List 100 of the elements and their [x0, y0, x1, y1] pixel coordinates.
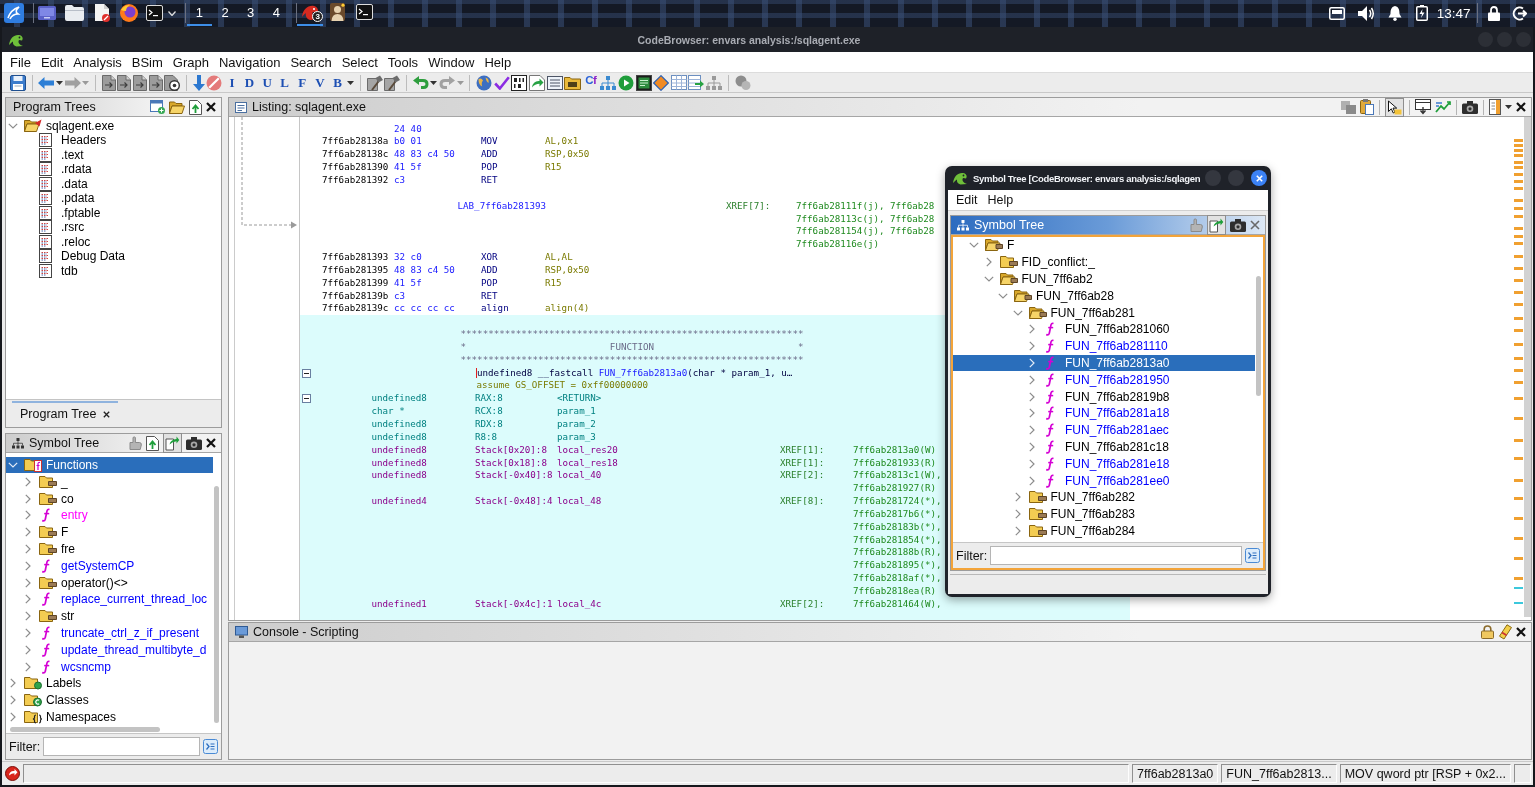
caret-icon[interactable]: [56, 80, 63, 85]
tree-item[interactable]: FUN_7ff6ab281a18: [1027, 404, 1173, 422]
camera-icon[interactable]: [1462, 100, 1478, 114]
menu-item[interactable]: Navigation: [214, 52, 286, 72]
hammer-page-icon[interactable]: [384, 74, 401, 91]
tree-item[interactable]: .rsrc: [23, 220, 88, 235]
lines-box-icon[interactable]: [546, 75, 563, 90]
panel-tab[interactable]: Program Tree: [12, 401, 119, 425]
chevron-down-icon[interactable]: [8, 122, 18, 129]
chevron-right-icon[interactable]: [10, 711, 16, 722]
tree-item[interactable]: getSystemCP: [23, 557, 138, 575]
thumbs-up-icon[interactable]: [1190, 218, 1203, 232]
page-arrow-icon[interactable]: [148, 74, 163, 91]
cursor-select-icon[interactable]: [1385, 97, 1404, 117]
battery-icon[interactable]: [1415, 5, 1428, 21]
function-name[interactable]: FUN_7ff6ab2813a0: [598, 366, 688, 378]
monitor-arrow-icon[interactable]: [1415, 99, 1431, 115]
tree-item[interactable]: FUN_7ff6ab2819b8: [1027, 388, 1173, 405]
chevron-right-icon[interactable]: [25, 510, 31, 521]
tree-item[interactable]: FUN_7ff6ab281060: [1027, 321, 1173, 338]
chevron-right-icon[interactable]: [1029, 425, 1035, 436]
tree-item[interactable]: FUN_7ff6ab281c18: [1027, 438, 1172, 456]
tree-item[interactable]: .pdata: [23, 191, 98, 206]
tree-item[interactable]: FUN_7ff6ab281ee0: [1027, 472, 1173, 489]
check-icon[interactable]: [493, 75, 510, 90]
toolbar-letter-button[interactable]: Cf: [582, 73, 599, 92]
folder-icon[interactable]: [564, 75, 582, 90]
close-icon[interactable]: [1516, 102, 1526, 112]
tree-item[interactable]: fre: [23, 540, 78, 558]
paste-icon[interactable]: [1360, 99, 1374, 115]
taskbar-app-button[interactable]: 3: [297, 0, 324, 26]
hammer-page-icon[interactable]: [366, 74, 383, 91]
toolbar-letter-button[interactable]: V: [311, 73, 328, 92]
save-icon[interactable]: [9, 74, 26, 91]
curved-arrow-page-icon[interactable]: [529, 74, 545, 91]
tree-item[interactable]: FUN_7ff6ab281aec: [1027, 421, 1172, 439]
filter-options-icon[interactable]: [1245, 548, 1260, 563]
bell-icon[interactable]: [1387, 5, 1402, 21]
tree-item[interactable]: FUN_7ff6ab281110: [1027, 337, 1171, 355]
close-button[interactable]: [1251, 170, 1267, 186]
tree-item[interactable]: wcsncmp: [23, 658, 114, 675]
tree-item[interactable]: Headers: [23, 133, 110, 148]
toolbar-letter-button[interactable]: F: [294, 73, 311, 92]
eraser-icon[interactable]: [1498, 624, 1512, 640]
tree-item[interactable]: .fptable: [23, 205, 104, 220]
diamond-icon[interactable]: [653, 74, 670, 91]
caret-icon[interactable]: [430, 80, 438, 85]
tree-icon[interactable]: [600, 75, 617, 90]
tree-item[interactable]: FUN_7ff6ab2813a0: [953, 354, 1255, 372]
tree-item[interactable]: sqlagent.exe: [8, 118, 118, 133]
menu-item[interactable]: Window: [423, 52, 480, 72]
chevron-right-icon[interactable]: [1014, 492, 1021, 503]
chevron-right-icon[interactable]: [1014, 509, 1021, 520]
menu-item[interactable]: Select: [336, 52, 383, 72]
filter-field[interactable]: [43, 737, 200, 756]
chevron-right-icon[interactable]: [1029, 475, 1035, 486]
folder-icon[interactable]: [65, 5, 84, 21]
menu-item[interactable]: Search: [285, 52, 337, 72]
camera-icon[interactable]: [1230, 218, 1246, 232]
close-icon[interactable]: [206, 438, 216, 448]
caret-icon[interactable]: [168, 10, 176, 16]
chevron-right-icon[interactable]: [985, 257, 992, 268]
chevron-right-icon[interactable]: [25, 594, 31, 605]
chevron-right-icon[interactable]: [1029, 458, 1035, 469]
menu-item[interactable]: Tools: [382, 52, 424, 72]
chevron-down-icon[interactable]: [998, 292, 1008, 299]
terminal-icon[interactable]: [635, 74, 652, 91]
filter-options-icon[interactable]: [203, 739, 218, 754]
tree-item[interactable]: co: [23, 490, 77, 507]
menu-item[interactable]: Help: [479, 52, 517, 72]
layout-icon[interactable]: [1489, 99, 1501, 115]
menu-item[interactable]: Edit: [35, 52, 69, 72]
tree-item[interactable]: tdb: [23, 263, 81, 278]
menu-item[interactable]: Analysis: [68, 52, 127, 72]
overlapping-circles-icon[interactable]: [734, 74, 751, 91]
chevron-down-icon[interactable]: [969, 242, 979, 249]
tree-item[interactable]: F: [969, 237, 1018, 254]
filter-field[interactable]: [990, 546, 1242, 565]
document-icon[interactable]: [94, 4, 110, 22]
thumbs-up-icon[interactable]: [129, 436, 142, 450]
tree-item[interactable]: .text: [23, 147, 87, 162]
chevron-right-icon[interactable]: [25, 543, 31, 554]
close-icon[interactable]: [103, 410, 111, 418]
volume-icon[interactable]: [1357, 5, 1375, 21]
toolbar-letter-button[interactable]: B: [329, 73, 346, 92]
toolbar-letter-button[interactable]: D: [241, 73, 258, 92]
chevron-right-icon[interactable]: [10, 695, 16, 706]
tree-item[interactable]: Functions: [6, 456, 213, 474]
no-entry-icon[interactable]: [206, 74, 223, 91]
overview-margin[interactable]: [1511, 117, 1531, 617]
page-arrow-icon[interactable]: [132, 74, 147, 91]
down-arrow-icon[interactable]: [192, 74, 205, 91]
chevron-right-icon[interactable]: [25, 560, 31, 571]
toolbar-letter-button[interactable]: U: [259, 73, 276, 92]
chevron-right-icon[interactable]: [25, 493, 31, 504]
tree-item[interactable]: Debug Data: [23, 249, 129, 264]
chevron-right-icon[interactable]: [1029, 408, 1035, 419]
tree-item[interactable]: truncate_ctrl_z_if_present: [23, 624, 203, 642]
close-icon[interactable]: [206, 102, 216, 112]
close-icon[interactable]: [1516, 627, 1526, 637]
